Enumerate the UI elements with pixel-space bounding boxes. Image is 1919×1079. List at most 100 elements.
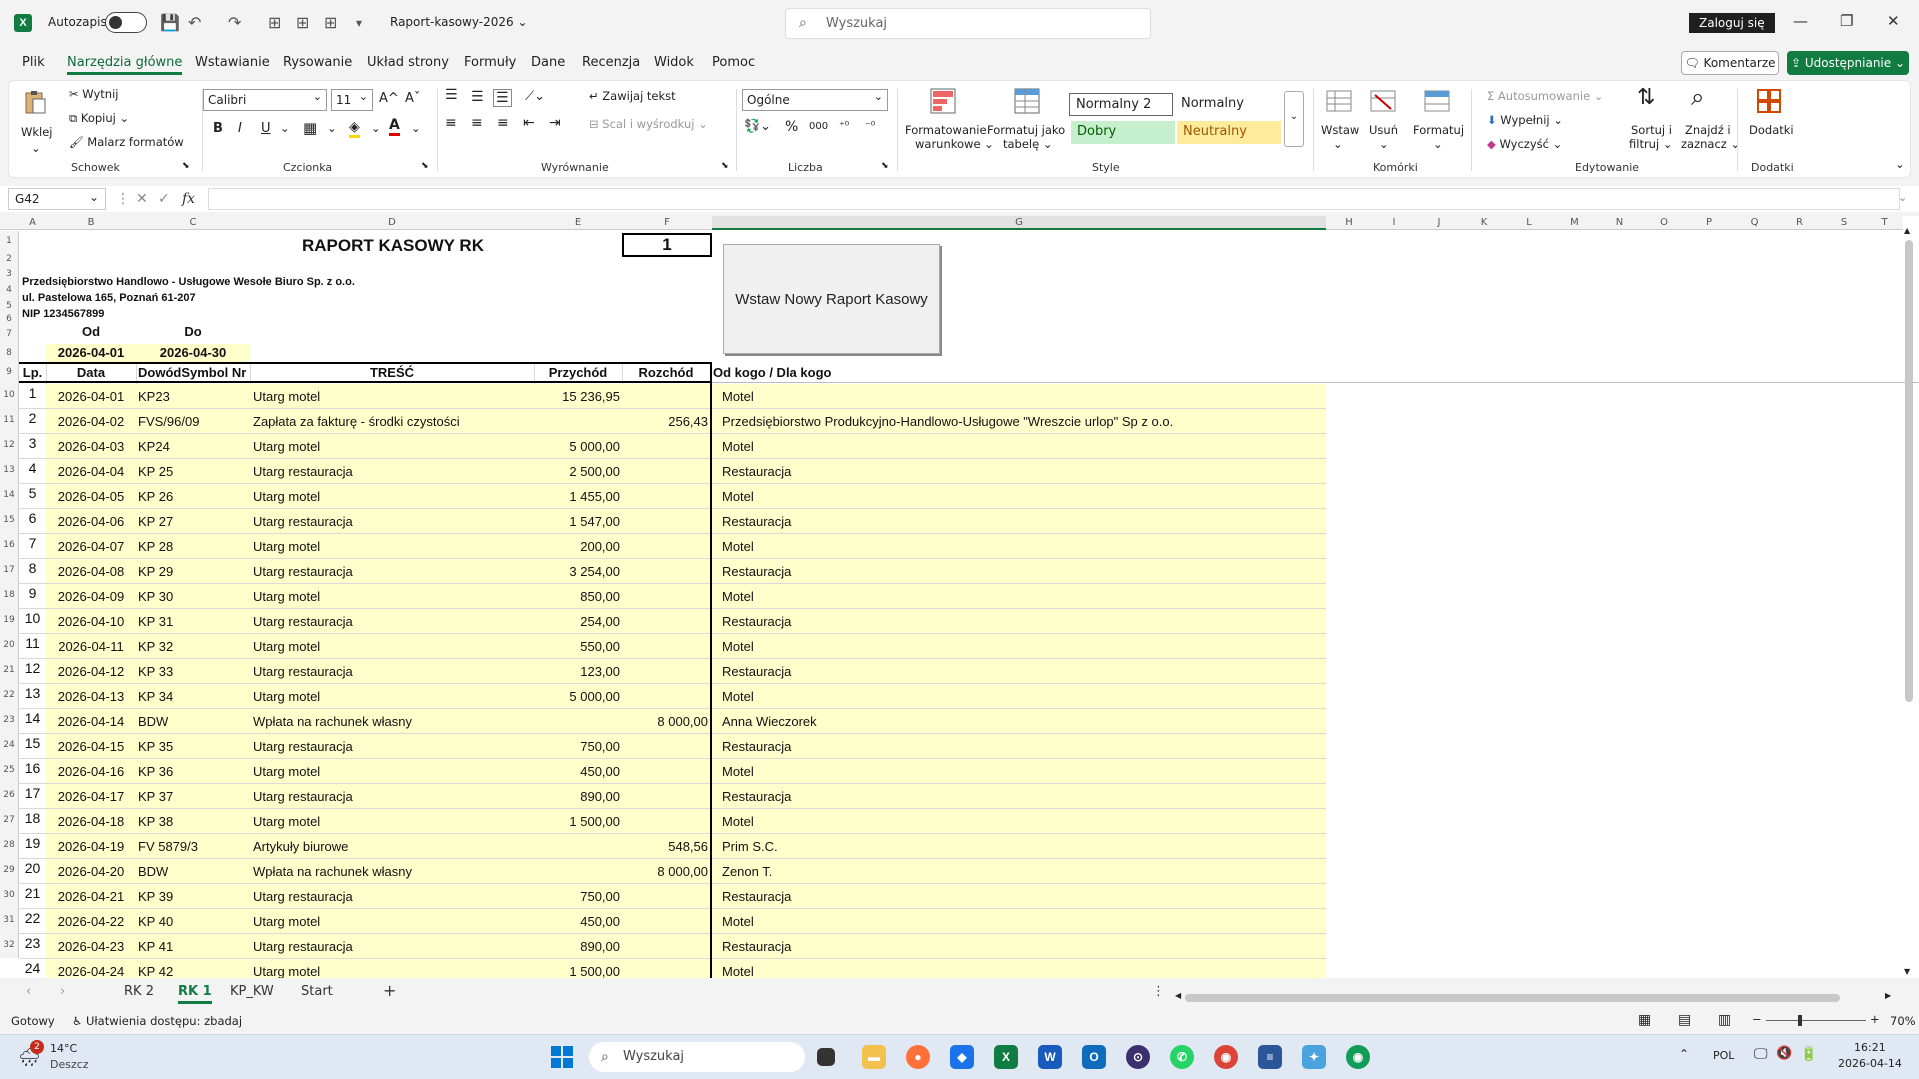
- number-format-select[interactable]: Ogólne: [742, 87, 888, 111]
- scroll-down-icon[interactable]: ▼: [1904, 967, 1910, 976]
- cell-party[interactable]: Restauracja: [712, 734, 1326, 758]
- cell-date[interactable]: 2026-04-21: [46, 884, 136, 908]
- share-button[interactable]: ⇪ Udostępnianie ⌄: [1787, 51, 1909, 75]
- row-header[interactable]: 22: [0, 683, 19, 708]
- page-layout-view-icon[interactable]: ▤: [1678, 1012, 1691, 1028]
- styles-more-icon[interactable]: ⌄: [1284, 91, 1304, 147]
- cell-date[interactable]: 2026-04-14: [46, 709, 136, 733]
- cell-date[interactable]: 2026-04-06: [46, 509, 136, 533]
- cell-date[interactable]: 2026-04-17: [46, 784, 136, 808]
- more-options-icon[interactable]: ⋮: [116, 191, 130, 207]
- cell-income[interactable]: 850,00: [534, 584, 622, 608]
- menu-home[interactable]: Narzędzia główne: [67, 55, 183, 75]
- period-from-date[interactable]: 2026-04-01: [46, 344, 136, 362]
- cell-desc[interactable]: Utarg restauracja: [250, 609, 534, 633]
- task-view-icon[interactable]: [817, 1048, 835, 1066]
- column-header[interactable]: F: [622, 216, 712, 230]
- chrome-icon[interactable]: ◉: [1214, 1045, 1238, 1069]
- cell-income[interactable]: [534, 709, 622, 733]
- column-header[interactable]: O: [1642, 216, 1686, 230]
- restore-button[interactable]: ❐: [1840, 12, 1853, 30]
- cell-party[interactable]: Przedsiębiorstwo Produkcyjno-Handlowo-Us…: [712, 409, 1326, 433]
- outlook-taskbar-icon[interactable]: O: [1082, 1045, 1106, 1069]
- row-header[interactable]: 29: [0, 858, 19, 883]
- cell-date[interactable]: 2026-04-10: [46, 609, 136, 633]
- align-middle-icon[interactable]: ☰: [471, 89, 484, 105]
- autosave-toggle[interactable]: [105, 12, 147, 33]
- cell-doc[interactable]: KP 27: [136, 509, 250, 533]
- zoom-level[interactable]: 70%: [1890, 1014, 1916, 1028]
- column-header[interactable]: Q: [1732, 216, 1777, 230]
- row-header[interactable]: 17: [0, 558, 19, 583]
- menu-insert[interactable]: Wstawianie: [195, 55, 270, 70]
- fill-dropdown-icon[interactable]: ⌄: [371, 121, 381, 135]
- cell-desc[interactable]: Utarg motel: [250, 484, 534, 508]
- cell-income[interactable]: 123,00: [534, 659, 622, 683]
- cell-expense[interactable]: [622, 434, 710, 458]
- excel-taskbar-icon[interactable]: X: [994, 1045, 1018, 1069]
- row-header[interactable]: 8: [0, 344, 19, 362]
- word-taskbar-icon[interactable]: W: [1038, 1045, 1062, 1069]
- align-bottom-icon[interactable]: ☰: [493, 89, 512, 107]
- cell-doc[interactable]: KP 31: [136, 609, 250, 633]
- password-manager-icon[interactable]: ⊙: [1126, 1045, 1150, 1069]
- style-normal[interactable]: Normalny: [1175, 93, 1279, 116]
- format-as-table-button[interactable]: Formatuj jako tabelę ⌄: [987, 85, 1067, 155]
- cell-income[interactable]: 450,00: [534, 909, 622, 933]
- cell-expense[interactable]: [622, 684, 710, 708]
- cell-income[interactable]: 550,00: [534, 634, 622, 658]
- chrome-profile-icon[interactable]: ◉: [1346, 1045, 1370, 1069]
- menu-draw[interactable]: Rysowanie: [283, 55, 352, 70]
- cell-desc[interactable]: Utarg restauracja: [250, 934, 534, 958]
- font-color-dropdown-icon[interactable]: ⌄: [411, 121, 421, 135]
- cell-lp[interactable]: 2: [19, 409, 46, 433]
- cell-lp[interactable]: 16: [19, 759, 46, 783]
- cell-income[interactable]: [534, 834, 622, 858]
- menu-formulas[interactable]: Formuły: [464, 55, 516, 70]
- fill-button[interactable]: ⬇ Wypełnij ⌄: [1487, 113, 1563, 127]
- row-header[interactable]: 23: [0, 708, 19, 733]
- vpn-shield-icon[interactable]: ◆: [950, 1045, 974, 1069]
- column-header[interactable]: N: [1597, 216, 1642, 230]
- cell-party[interactable]: Motel: [712, 759, 1326, 783]
- shrink-font-button[interactable]: Aˇ: [405, 91, 420, 106]
- windows-start-icon[interactable]: [551, 1046, 573, 1068]
- cell-expense[interactable]: 8 000,00: [622, 709, 710, 733]
- scroll-left-icon[interactable]: ◀: [1175, 991, 1181, 1000]
- cell-lp[interactable]: 8: [19, 559, 46, 583]
- conditional-formatting-button[interactable]: Formatowanie warunkowe ⌄: [903, 85, 994, 155]
- cell-doc[interactable]: KP 35: [136, 734, 250, 758]
- copy-button[interactable]: ⧉ Kopiuj ⌄: [69, 111, 129, 126]
- cell-income[interactable]: 254,00: [534, 609, 622, 633]
- horizontal-scrollbar[interactable]: ◀ ▶: [1175, 991, 1895, 1003]
- row-header[interactable]: 21: [0, 658, 19, 683]
- cell-date[interactable]: 2026-04-04: [46, 459, 136, 483]
- cell-lp[interactable]: 1: [19, 384, 46, 408]
- row-header[interactable]: 3: [0, 266, 19, 282]
- column-header[interactable]: E: [534, 216, 622, 230]
- cell-desc[interactable]: Utarg motel: [250, 534, 534, 558]
- vertical-scroll-thumb[interactable]: [1905, 240, 1913, 702]
- wrap-text-button[interactable]: ↵ Zawijaj tekst: [589, 89, 676, 103]
- row-header[interactable]: 20: [0, 633, 19, 658]
- insert-cells-button[interactable]: Wstaw ⌄: [1319, 85, 1359, 155]
- column-header[interactable]: B: [46, 216, 136, 230]
- row-header[interactable]: 11: [0, 408, 19, 433]
- font-name-select[interactable]: Calibri: [203, 87, 327, 111]
- borders-icon[interactable]: ▦: [303, 119, 317, 137]
- menu-help[interactable]: Pomoc: [712, 55, 755, 70]
- cell-desc[interactable]: Utarg motel: [250, 809, 534, 833]
- cell-income[interactable]: 15 236,95: [534, 384, 622, 408]
- cell-party[interactable]: Restauracja: [712, 784, 1326, 808]
- cell-lp[interactable]: 23: [19, 934, 46, 958]
- cell-date[interactable]: 2026-04-07: [46, 534, 136, 558]
- redo-icon[interactable]: ↷: [228, 13, 241, 32]
- row-header[interactable]: 28: [0, 833, 19, 858]
- cell-income[interactable]: 450,00: [534, 759, 622, 783]
- collapse-ribbon-icon[interactable]: ⌄: [1895, 157, 1905, 171]
- cell-date[interactable]: 2026-04-22: [46, 909, 136, 933]
- add-sheet-button[interactable]: +: [383, 981, 396, 1000]
- paste-button[interactable]: Wklej ⌄: [17, 87, 53, 157]
- cell-doc[interactable]: FVS/96/09: [136, 409, 250, 433]
- column-header[interactable]: H: [1326, 216, 1372, 230]
